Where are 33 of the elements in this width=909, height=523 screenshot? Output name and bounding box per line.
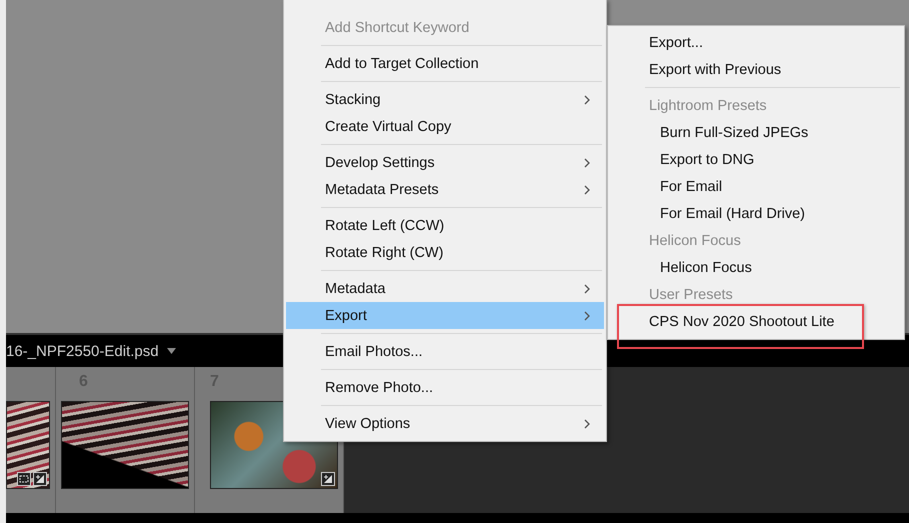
- chevron-right-icon: [584, 284, 590, 294]
- edit-adjustment-icon: [321, 472, 335, 486]
- menu-item[interactable]: Export to DNG: [608, 146, 904, 173]
- menu-item[interactable]: Burn Full-Sized JPEGs: [608, 119, 904, 146]
- menu-item[interactable]: For Email (Hard Drive): [608, 200, 904, 227]
- menu-item[interactable]: Export: [286, 302, 604, 329]
- chevron-right-icon: [584, 418, 590, 428]
- filename-label: 16-_NPF2550-Edit.psd: [6, 342, 159, 360]
- menu-item[interactable]: Develop Settings: [286, 149, 604, 176]
- menu-item[interactable]: Stacking: [286, 86, 604, 113]
- menu-item[interactable]: Add to Target Collection: [286, 50, 604, 77]
- menu-item[interactable]: For Email: [608, 173, 904, 200]
- crop-frame-icon: [17, 472, 31, 486]
- menu-section-heading: User Presets: [648, 286, 734, 304]
- menu-item[interactable]: Helicon Focus: [608, 254, 904, 281]
- chevron-right-icon: [584, 158, 590, 168]
- dropdown-arrow-icon[interactable]: [166, 348, 176, 354]
- filmstrip-cell[interactable]: [6, 367, 56, 513]
- menu-item[interactable]: Email Photos...: [286, 338, 604, 365]
- chevron-right-icon: [584, 184, 590, 194]
- menu-item[interactable]: CPS Nov 2020 Shootout Lite: [619, 308, 862, 335]
- chevron-right-icon: [584, 94, 590, 104]
- menu-item[interactable]: Rotate Right (CW): [286, 239, 604, 266]
- menu-section-heading: Lightroom Presets: [648, 96, 768, 116]
- menu-item[interactable]: Export with Previous: [608, 56, 904, 83]
- edit-adjustment-icon: [33, 472, 47, 486]
- chevron-right-icon: [584, 310, 590, 320]
- menu-item[interactable]: Metadata Presets: [286, 176, 604, 203]
- menu-item[interactable]: Create Virtual Copy: [286, 113, 604, 140]
- menu-section-heading: Helicon Focus: [648, 232, 742, 250]
- menu-item[interactable]: Metadata: [286, 275, 604, 302]
- menu-item[interactable]: Rotate Left (CCW): [286, 212, 604, 239]
- menu-item[interactable]: Export...: [608, 29, 904, 56]
